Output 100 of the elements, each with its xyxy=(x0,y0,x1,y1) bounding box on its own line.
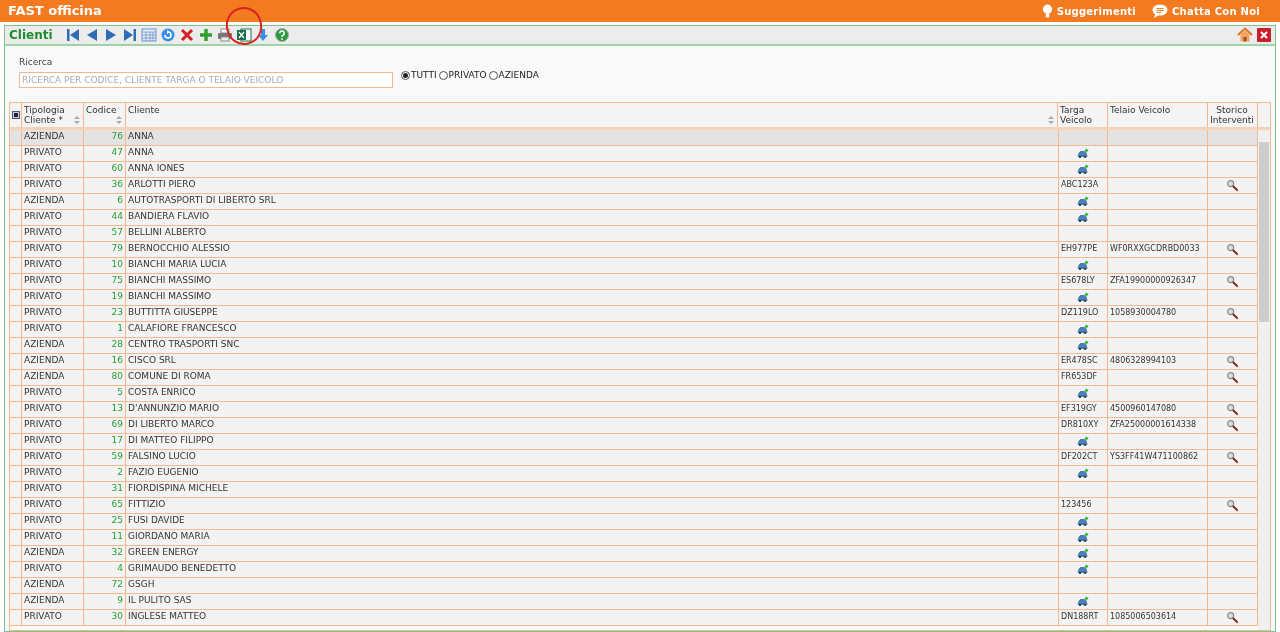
table-cell: PRIVATO xyxy=(24,610,62,624)
table-cell: PRIVATO xyxy=(24,146,62,160)
column-header[interactable]: Storico Interventi xyxy=(1210,104,1255,125)
table-cell: FUSI DAVIDE xyxy=(128,514,185,528)
table-cell: DF202CT xyxy=(1061,451,1098,463)
car-add-icon[interactable] xyxy=(1077,387,1089,399)
table-cell: GREEN ENERGY xyxy=(128,546,199,560)
car-add-icon[interactable] xyxy=(1077,339,1089,351)
select-all-checkbox[interactable] xyxy=(11,110,20,119)
table-cell: BIANCHI MASSIMO xyxy=(128,290,212,304)
search-wrench-icon[interactable] xyxy=(1226,498,1239,512)
table-cell: 30 xyxy=(111,610,123,624)
car-add-icon[interactable] xyxy=(1077,467,1089,479)
table-cell: BUTTITTA GIUSEPPE xyxy=(128,306,218,320)
scrollbar[interactable] xyxy=(1258,129,1270,630)
table-cell: ER478SC xyxy=(1061,355,1098,367)
table-cell: PRIVATO xyxy=(24,178,62,192)
search-wrench-icon[interactable] xyxy=(1226,610,1239,624)
car-add-icon[interactable] xyxy=(1077,435,1089,447)
lightbulb-icon xyxy=(1041,3,1053,19)
home-icon[interactable] xyxy=(1237,27,1253,43)
panel-title: Clienti xyxy=(9,27,53,44)
table-cell: GIORDANO MARIA xyxy=(128,530,210,544)
table-cell: 23 xyxy=(111,306,123,320)
table-cell: AZIENDA xyxy=(24,354,65,368)
table-cell: BERNOCCHIO ALESSIO xyxy=(128,242,230,256)
table-cell: 79 xyxy=(111,242,123,256)
table-cell: 10 xyxy=(111,258,123,272)
table-cell: 16 xyxy=(111,354,123,368)
close-icon[interactable] xyxy=(1257,28,1271,42)
search-wrench-icon[interactable] xyxy=(1226,354,1239,368)
car-add-icon[interactable] xyxy=(1077,595,1089,607)
table-cell: 72 xyxy=(111,578,123,592)
table-cell: ES678LY xyxy=(1061,275,1095,287)
table-cell: 80 xyxy=(111,370,123,384)
car-add-icon[interactable] xyxy=(1077,195,1089,207)
table-cell: 17 xyxy=(111,434,123,448)
table-cell: PRIVATO xyxy=(24,242,62,256)
table-cell: 4500960147080 xyxy=(1110,403,1177,415)
car-add-icon[interactable] xyxy=(1077,259,1089,271)
car-add-icon[interactable] xyxy=(1077,291,1089,303)
filter-radio[interactable]: PRIVATO xyxy=(438,69,487,83)
table-cell: CENTRO TRASPORTI SNC xyxy=(128,338,240,352)
table-cell: AUTOTRASPORTI DI LIBERTO SRL xyxy=(128,194,276,208)
table-cell: 25 xyxy=(111,514,123,528)
last-page-icon[interactable] xyxy=(121,27,138,43)
search-wrench-icon[interactable] xyxy=(1226,450,1239,464)
app-title: FAST officina xyxy=(8,2,102,21)
column-header[interactable]: Tipologia Cliente * xyxy=(24,104,72,125)
car-add-icon[interactable] xyxy=(1077,563,1089,575)
first-page-icon[interactable] xyxy=(64,27,81,43)
table-cell: FALSINO LUCIO xyxy=(128,450,196,464)
car-add-icon[interactable] xyxy=(1077,163,1089,175)
table-cell: 44 xyxy=(111,210,123,224)
table-cell: PRIVATO xyxy=(24,434,62,448)
table-cell: PRIVATO xyxy=(24,162,62,176)
table-cell: PRIVATO xyxy=(24,210,62,224)
table-cell: ANNA xyxy=(128,130,154,144)
filter-radio[interactable]: TUTTI xyxy=(401,69,437,83)
table-cell: 59 xyxy=(111,450,123,464)
car-add-icon[interactable] xyxy=(1077,211,1089,223)
add-icon[interactable] xyxy=(197,27,214,43)
table-cell: BELLINI ALBERTO xyxy=(128,226,206,240)
table-cell: GRIMAUDO BENEDETTO xyxy=(128,562,237,576)
table-cell: ZFA19900000926347 xyxy=(1110,275,1197,287)
column-header[interactable]: Targa Veicolo xyxy=(1060,104,1105,125)
delete-icon[interactable] xyxy=(178,27,195,43)
table-cell: 31 xyxy=(111,482,123,496)
car-add-icon[interactable] xyxy=(1077,547,1089,559)
car-add-icon[interactable] xyxy=(1077,531,1089,543)
spreadsheet-icon[interactable] xyxy=(235,27,252,43)
refresh-icon[interactable] xyxy=(159,27,176,43)
column-header[interactable]: Cliente xyxy=(128,104,161,115)
help-icon[interactable] xyxy=(273,27,290,43)
table-cell: BIANCHI MASSIMO xyxy=(128,274,212,288)
car-add-icon[interactable] xyxy=(1077,147,1089,159)
table-cell: FAZIO EUGENIO xyxy=(128,466,199,480)
search-wrench-icon[interactable] xyxy=(1226,274,1239,288)
column-header[interactable]: Telaio Veicolo xyxy=(1110,104,1172,115)
table-cell: AZIENDA xyxy=(24,130,65,144)
table-cell: 2 xyxy=(117,466,123,480)
table-cell: EH977PE xyxy=(1061,243,1098,255)
search-wrench-icon[interactable] xyxy=(1226,402,1239,416)
search-field[interactable]: RICERCA PER CODICE, CLIENTE TARGA O TELAIO VEICOLO xyxy=(19,71,393,88)
search-wrench-icon[interactable] xyxy=(1226,306,1239,320)
search-wrench-icon[interactable] xyxy=(1226,242,1239,256)
filter-radio[interactable]: AZIENDA xyxy=(488,69,539,83)
car-add-icon[interactable] xyxy=(1077,323,1089,335)
table-cell: AZIENDA xyxy=(24,338,65,352)
search-wrench-icon[interactable] xyxy=(1226,418,1239,432)
column-header[interactable]: Codice xyxy=(86,104,118,115)
table-cell: 1 xyxy=(117,322,123,336)
search-wrench-icon[interactable] xyxy=(1226,178,1239,192)
table-cell: 65 xyxy=(111,498,123,512)
table-cell: 28 xyxy=(111,338,123,352)
search-wrench-icon[interactable] xyxy=(1226,370,1239,384)
table-cell: ZFA25000001614338 xyxy=(1110,419,1197,431)
table-cell: PRIVATO xyxy=(24,450,62,464)
print-icon[interactable] xyxy=(216,27,233,43)
car-add-icon[interactable] xyxy=(1077,515,1089,527)
